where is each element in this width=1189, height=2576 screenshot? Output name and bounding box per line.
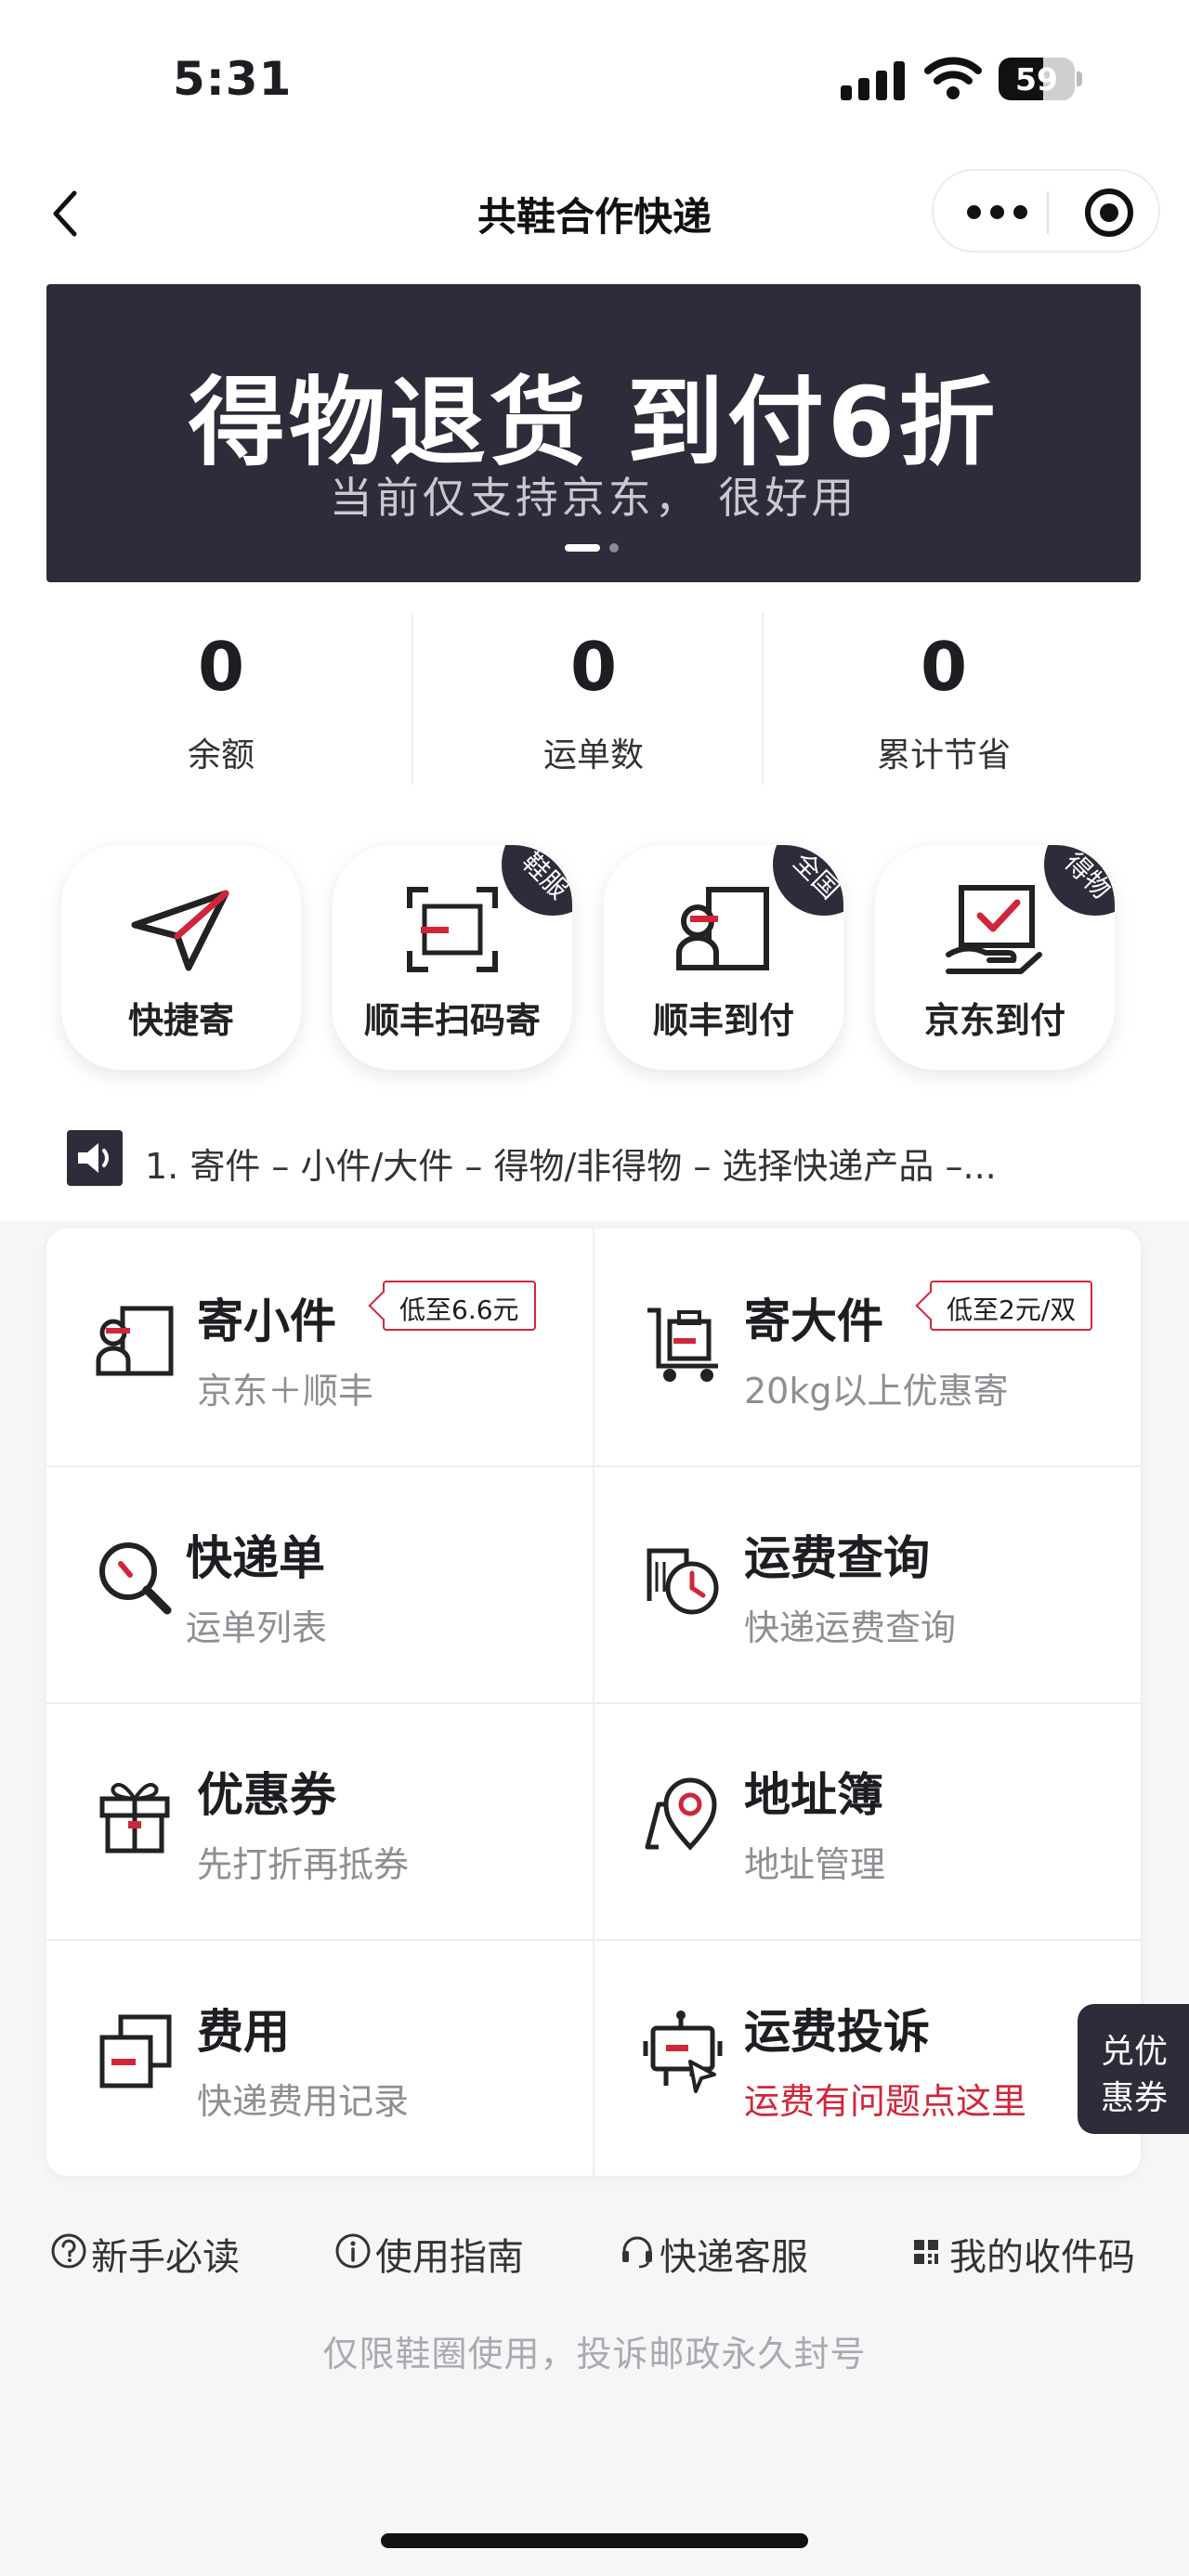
service-grid: 寄小件 京东＋顺丰 低至6.6元 寄大件 20kg以上优惠寄 低至2元/双 快递… (46, 1229, 1141, 2176)
quick-send-button[interactable]: 快捷寄 (61, 845, 301, 1070)
stat-value: 0 (197, 628, 245, 706)
cell-subtitle: 快递运费查询 (744, 1607, 957, 1648)
fee-records-button[interactable]: 费用 快递费用记录 (46, 1939, 594, 2176)
cell-title: 寄小件 (197, 1295, 336, 1348)
info-circle-icon (335, 2233, 371, 2269)
small-package-icon (96, 1306, 174, 1376)
cell-title: 地址簿 (744, 1768, 883, 1822)
stats-row: 0 余额 0 运单数 0 累计节省 (46, 613, 1141, 785)
stacked-doc-icon (99, 2014, 172, 2088)
stat-balance[interactable]: 0 余额 (46, 613, 396, 785)
paper-plane-icon (131, 890, 229, 971)
banner-subtitle: 当前仅支持京东， 很好用 (329, 473, 858, 523)
cell-subtitle: 20kg以上优惠寄 (744, 1371, 1009, 1412)
sf-cod-button[interactable]: 顺丰到付 全国 (604, 845, 843, 1070)
page: 5:31 59 共鞋合作快递 得物退货 到付6折 当前仅支持京东， 很好用 0 … (0, 0, 1189, 2576)
promo-banner[interactable]: 得物退货 到付6折 当前仅支持京东， 很好用 (46, 284, 1141, 582)
cell-title: 费用 (197, 2005, 290, 2059)
headset-icon (622, 2236, 652, 2269)
stat-label: 运单数 (542, 736, 644, 774)
price-badge: 低至6.6元 (383, 1281, 536, 1331)
cell-subtitle: 京东＋顺丰 (197, 1371, 374, 1412)
coupon-line-2: 惠券 (1100, 2079, 1168, 2117)
trolley-icon (647, 1308, 718, 1382)
quick-action-label: 京东到付 (923, 1000, 1065, 1041)
gift-icon (99, 1783, 170, 1854)
coupon-line-1: 兑优 (1100, 2033, 1168, 2071)
link-label: 使用指南 (375, 2236, 524, 2279)
more-icon[interactable] (967, 199, 1028, 227)
cell-title: 优惠券 (197, 1768, 336, 1822)
notice-text: 1. 寄件 – 小件/大件 – 得物/非得物 – 选择快递产品 –... (145, 1146, 997, 1187)
cell-subtitle: 先打折再抵券 (197, 1844, 410, 1885)
robot-cursor-icon (643, 2010, 723, 2093)
stat-orders[interactable]: 0 运单数 (419, 613, 768, 785)
stat-value: 0 (569, 628, 618, 706)
miniprogram-capsule (932, 169, 1160, 253)
cell-subtitle: 运单列表 (186, 1607, 328, 1648)
quick-action-label: 顺丰到付 (652, 1000, 794, 1041)
cell-subtitle: 运费有问题点这里 (744, 2081, 1027, 2122)
redeem-coupon-button[interactable]: 兑优 惠券 (1078, 2004, 1189, 2134)
battery-icon: 59 (999, 58, 1082, 100)
home-indicator (381, 2533, 808, 2548)
jd-cod-button[interactable]: 京东到付 得物 (875, 845, 1115, 1070)
tag-badge: 全国 (773, 845, 843, 916)
stat-savings[interactable]: 0 累计节省 (769, 613, 1118, 785)
location-pin-icon (645, 1777, 717, 1851)
close-miniprogram-icon[interactable] (1085, 189, 1133, 237)
stat-value: 0 (920, 628, 968, 706)
tag-badge: 得物 (1044, 845, 1115, 916)
footnote: 仅限鞋圈使用，投诉邮政永久封号 (322, 2334, 867, 2374)
cell-title: 快递单 (186, 1531, 325, 1585)
link-label: 我的收件码 (949, 2236, 1135, 2279)
hand-box-check-icon (946, 885, 1042, 974)
search-icon (99, 1542, 172, 1615)
question-circle-icon (51, 2233, 86, 2269)
bottom-links: 新手必读 使用指南 快递客服 我的收件码 (46, 2219, 1141, 2284)
send-large-item-button[interactable]: 寄大件 20kg以上优惠寄 低至2元/双 (594, 1229, 1141, 1465)
link-label: 新手必读 (91, 2236, 240, 2279)
tag-badge: 鞋服 (502, 845, 572, 916)
wifi-icon (924, 57, 982, 99)
battery-level: 59 (1015, 61, 1058, 98)
status-bar: 5:31 59 (0, 0, 1189, 158)
nav-bar: 共鞋合作快递 (0, 158, 1189, 283)
cellular-signal-icon (841, 61, 908, 100)
fee-complaint-button[interactable]: 运费投诉 运费有问题点这里 (594, 1939, 1141, 2176)
address-book-button[interactable]: 地址簿 地址管理 (594, 1702, 1141, 1939)
stat-label: 累计节省 (876, 736, 1011, 774)
send-small-item-button[interactable]: 寄小件 京东＋顺丰 低至6.6元 (46, 1229, 594, 1465)
scan-box-icon (407, 887, 498, 972)
cell-subtitle: 地址管理 (744, 1844, 886, 1885)
package-person-icon (676, 887, 769, 970)
banner-pagination (565, 542, 639, 553)
waybill-list-button[interactable]: 快递单 运单列表 (46, 1465, 594, 1702)
cell-title: 寄大件 (744, 1295, 883, 1348)
cell-title: 运费查询 (744, 1531, 930, 1585)
sf-scan-send-button[interactable]: 顺丰扫码寄 鞋服 (333, 845, 572, 1070)
price-badge: 低至2元/双 (930, 1281, 1093, 1331)
qr-code-icon (914, 2240, 938, 2264)
clock-doc-icon (647, 1548, 719, 1615)
speaker-icon (67, 1130, 123, 1186)
shipping-fee-query-button[interactable]: 运费查询 快递运费查询 (594, 1465, 1141, 1702)
banner-title: 得物退货 到付6折 (188, 366, 1000, 479)
coupons-button[interactable]: 优惠券 先打折再抵券 (46, 1702, 594, 1939)
quick-action-label: 顺丰扫码寄 (363, 1000, 541, 1041)
link-label: 快递客服 (660, 2236, 808, 2279)
quick-action-label: 快捷寄 (127, 1000, 234, 1041)
cell-subtitle: 快递费用记录 (197, 2081, 410, 2122)
status-time: 5:31 (173, 52, 293, 106)
cell-title: 运费投诉 (744, 2005, 930, 2059)
stat-label: 余额 (187, 736, 255, 774)
notice-bar[interactable]: 1. 寄件 – 小件/大件 – 得物/非得物 – 选择快递产品 –... (67, 1130, 1117, 1187)
